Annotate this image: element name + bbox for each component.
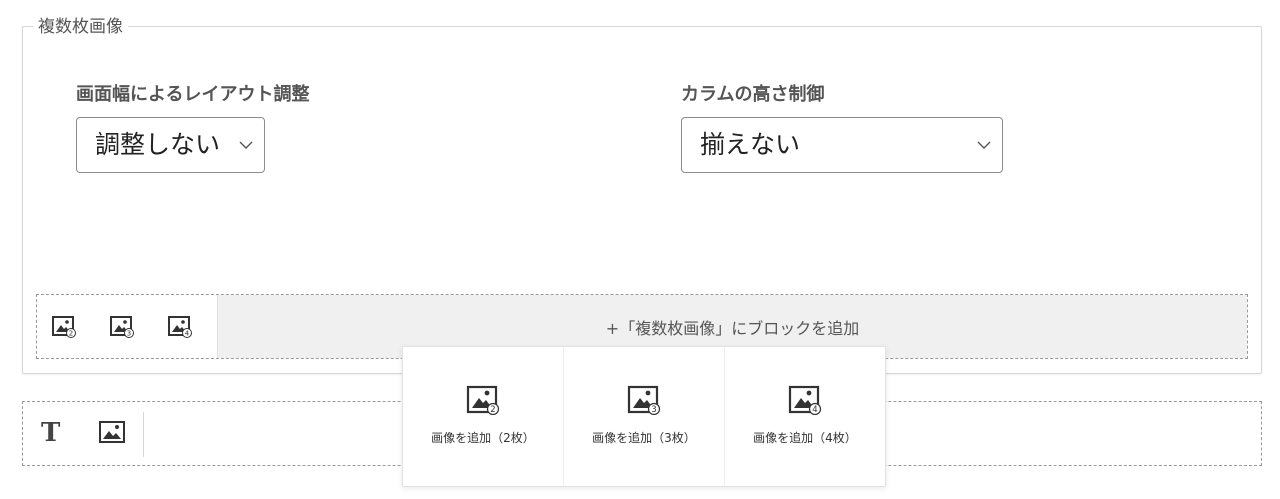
svg-text:3: 3 [127, 329, 131, 337]
layout-adjust-value: 調整しない [95, 130, 221, 159]
add-2-images-label: 画像を追加（2枚） [431, 431, 535, 445]
add-3-images-option[interactable]: 3 画像を追加（3枚） [563, 347, 724, 486]
add-2-images-option[interactable]: 2 画像を追加（2枚） [403, 347, 563, 486]
add-4-images-option[interactable]: 4 画像を追加（4枚） [724, 347, 885, 486]
chevron-down-icon [234, 141, 258, 149]
multi-image-icon: 2 [466, 385, 500, 415]
add-3-images-label: 画像を追加（3枚） [592, 431, 696, 445]
chevron-down-icon [972, 141, 996, 149]
svg-text:2: 2 [490, 405, 495, 415]
layout-adjust-label: 画面幅によるレイアウト調整 [76, 84, 310, 105]
svg-text:4: 4 [185, 329, 190, 337]
column-height-value: 揃えない [700, 130, 801, 159]
column-height-label: カラムの高さ制御 [681, 84, 825, 105]
panel-legend: 複数枚画像 [33, 16, 128, 38]
image-icon[interactable] [99, 421, 125, 447]
svg-text:3: 3 [651, 405, 656, 415]
text-icon[interactable]: T [41, 418, 67, 448]
multi-image-icon: 3 [627, 385, 661, 415]
multi-image-icon: 4 [788, 385, 822, 415]
toolbar-divider [143, 412, 144, 457]
add-images-popover: 2 画像を追加（2枚） 3 画像を追加（3枚） 4 画像を追加（4枚） [402, 346, 886, 487]
svg-text:4: 4 [812, 405, 817, 415]
image-count-icons: 2 3 4 [37, 295, 217, 358]
svg-text:2: 2 [69, 329, 73, 337]
column-height-select[interactable]: 揃えない [681, 117, 1003, 173]
add-4-images-label: 画像を追加（4枚） [753, 431, 857, 445]
add-4-images-icon[interactable]: 4 [167, 314, 193, 340]
add-3-images-icon[interactable]: 3 [109, 314, 135, 340]
add-2-images-icon[interactable]: 2 [51, 314, 77, 340]
layout-adjust-select[interactable]: 調整しない [76, 117, 265, 173]
